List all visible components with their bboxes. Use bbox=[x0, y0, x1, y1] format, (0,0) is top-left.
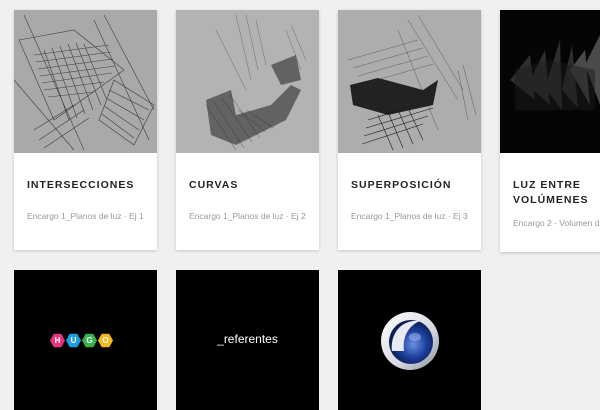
project-card-superposicion[interactable]: SUPERPOSICIÓN Encargo 1_Planos de luz · … bbox=[338, 10, 481, 250]
tile-hugo[interactable]: H U G O bbox=[14, 270, 157, 410]
card-title[interactable]: LUZ ENTRE VOLÚMENES bbox=[513, 178, 600, 208]
cinema4d-logo-icon bbox=[381, 312, 439, 370]
card-meta: Encargo 1_Planos de luz · Ej 2 bbox=[189, 211, 306, 221]
tile-cinema4d[interactable] bbox=[338, 270, 481, 410]
hugo-hex-g: G bbox=[82, 333, 97, 348]
card-meta: Encargo 2 - Volumen d bbox=[513, 218, 600, 228]
card-meta: Encargo 1_Planos de luz · Ej 3 bbox=[351, 211, 468, 221]
card-meta: Encargo 1_Planos de luz · Ej 1 bbox=[27, 211, 144, 221]
tile-referentes[interactable]: _referentes bbox=[176, 270, 319, 410]
card-thumbnail bbox=[500, 10, 600, 153]
hugo-logo: H U G O bbox=[50, 333, 113, 348]
project-card-intersecciones[interactable]: INTERSECCIONES Encargo 1_Planos de luz ·… bbox=[14, 10, 157, 250]
card-title[interactable]: INTERSECCIONES bbox=[27, 178, 149, 193]
hugo-hex-h: H bbox=[50, 333, 65, 348]
referentes-label: _referentes bbox=[217, 332, 278, 346]
card-thumbnail bbox=[176, 10, 319, 153]
card-thumbnail bbox=[14, 10, 157, 153]
project-card-curvas[interactable]: CURVAS Encargo 1_Planos de luz · Ej 2 bbox=[176, 10, 319, 250]
card-thumbnail bbox=[338, 10, 481, 153]
hugo-hex-o: O bbox=[98, 333, 113, 348]
card-title[interactable]: CURVAS bbox=[189, 178, 311, 193]
project-card-luz-entre-volumenes[interactable]: LUZ ENTRE VOLÚMENES Encargo 2 - Volumen … bbox=[500, 10, 600, 252]
card-title[interactable]: SUPERPOSICIÓN bbox=[351, 178, 473, 193]
hugo-hex-u: U bbox=[66, 333, 81, 348]
